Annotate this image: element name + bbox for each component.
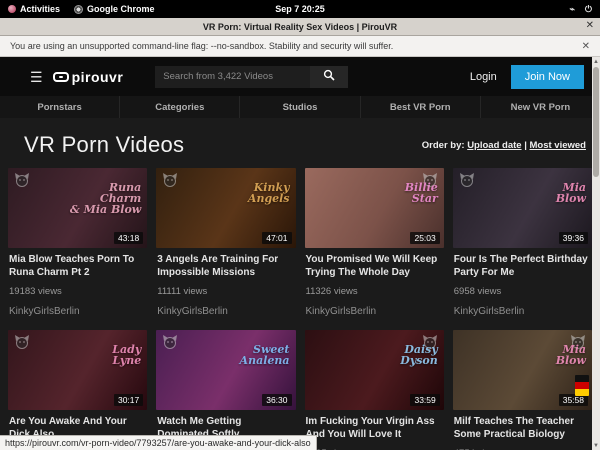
- focused-app-menu[interactable]: Google Chrome: [74, 4, 155, 14]
- thumbnail-caption: Billie Star: [405, 182, 438, 204]
- duration-badge: 33:59: [410, 394, 439, 406]
- thumbnail-caption: Daisy Dyson: [400, 344, 437, 366]
- thumbnail-caption: Sweet Analena: [240, 344, 290, 366]
- main-nav: PornstarsCategoriesStudiosBest VR PornNe…: [0, 96, 600, 118]
- network-icon[interactable]: ⌁: [569, 4, 574, 15]
- studio-cat-logo-icon: [459, 172, 475, 188]
- duration-badge: 39:36: [559, 232, 588, 244]
- video-title[interactable]: Mia Blow Teaches Porn To Runa Charm Pt 2: [9, 254, 146, 279]
- hamburger-menu-icon[interactable]: ☰: [30, 70, 43, 84]
- scroll-down-icon[interactable]: ▼: [592, 441, 600, 450]
- logo-text: pirouvr: [72, 69, 124, 85]
- orderby-most-viewed-link[interactable]: Most viewed: [530, 140, 587, 151]
- scrollbar-thumb[interactable]: [593, 67, 599, 177]
- video-card[interactable]: Mia Blow 39:36 Four Is The Perfect Birth…: [453, 168, 592, 317]
- video-card[interactable]: Lady Lyne 30:17 Are You Awake And Your D…: [8, 330, 147, 450]
- video-grid: Runa Charm & Mia Blow 43:18 Mia Blow Tea…: [0, 168, 600, 450]
- duration-badge: 43:18: [114, 232, 143, 244]
- nav-item-best-vr-porn[interactable]: Best VR Porn: [361, 96, 481, 118]
- thumbnail-caption: Runa Charm & Mia Blow: [70, 182, 141, 215]
- video-views: 19183 views: [9, 286, 146, 297]
- activities-label: Activities: [20, 4, 60, 14]
- video-card[interactable]: Sweet Analena 36:30 Watch Me Getting Dom…: [156, 330, 295, 450]
- window-titlebar: VR Porn: Virtual Reality Sex Videos | Pi…: [0, 18, 600, 36]
- video-views: 11111 views: [157, 286, 294, 297]
- studio-cat-logo-icon: [162, 334, 178, 350]
- orderby-separator: |: [522, 140, 530, 151]
- video-card[interactable]: Kinky Angels 47:01 3 Angels Are Training…: [156, 168, 295, 317]
- nav-item-categories[interactable]: Categories: [120, 96, 240, 118]
- thumbnail-caption: Mia Blow: [556, 182, 586, 204]
- duration-badge: 30:17: [114, 394, 143, 406]
- duration-badge: 47:01: [262, 232, 291, 244]
- window-close-icon[interactable]: ✕: [586, 20, 594, 31]
- video-card[interactable]: Runa Charm & Mia Blow 43:18 Mia Blow Tea…: [8, 168, 147, 317]
- scroll-up-icon[interactable]: ▲: [592, 57, 600, 66]
- login-link[interactable]: Login: [470, 71, 497, 83]
- distro-icon: [8, 5, 16, 13]
- studio-cat-logo-icon: [14, 334, 30, 350]
- power-icon[interactable]: ⏻: [585, 4, 592, 15]
- video-views: 11326 views: [306, 286, 443, 297]
- clock[interactable]: Sep 7 20:25: [275, 4, 325, 14]
- orderby-controls: Order by: Upload date | Most viewed: [422, 140, 586, 151]
- duration-badge: 25:03: [410, 232, 439, 244]
- nav-item-new-vr-porn[interactable]: New VR Porn: [481, 96, 600, 118]
- browser-scrollbar[interactable]: ▲ ▼: [592, 57, 600, 450]
- site-logo[interactable]: pirouvr: [53, 69, 124, 85]
- search-input[interactable]: [155, 66, 310, 88]
- search-button[interactable]: [310, 66, 348, 88]
- orderby-label: Order by:: [422, 140, 467, 151]
- os-top-bar: Activities Google Chrome Sep 7 20:25 ⌁ ⏻: [0, 0, 600, 18]
- chrome-infobar: You are using an unsupported command-lin…: [0, 36, 600, 57]
- app-name-label: Google Chrome: [87, 4, 155, 14]
- search-bar: [155, 66, 348, 88]
- studio-cat-logo-icon: [162, 172, 178, 188]
- german-flag-icon: [575, 375, 589, 396]
- nav-item-studios[interactable]: Studios: [240, 96, 360, 118]
- video-thumbnail[interactable]: Mia Blow 39:36: [453, 168, 592, 248]
- video-card[interactable]: Daisy Dyson 33:59 Im Fucking Your Virgin…: [305, 330, 444, 450]
- chrome-icon: [74, 5, 83, 14]
- video-studio-link[interactable]: KinkyGirlsBerlin: [9, 306, 146, 317]
- video-title[interactable]: Four Is The Perfect Birthday Party For M…: [454, 254, 591, 279]
- thumbnail-caption: Mia Blow: [556, 344, 586, 366]
- video-title[interactable]: Milf Teaches The Teacher Some Practical …: [454, 416, 591, 441]
- video-title[interactable]: Im Fucking Your Virgin Ass And You Will …: [306, 416, 443, 441]
- studio-cat-logo-icon: [14, 172, 30, 188]
- video-card[interactable]: Billie Star 25:03 You Promised We Will K…: [305, 168, 444, 317]
- video-thumbnail[interactable]: Runa Charm & Mia Blow 43:18: [8, 168, 147, 248]
- nav-item-pornstars[interactable]: Pornstars: [0, 96, 120, 118]
- orderby-upload-date-link[interactable]: Upload date: [467, 140, 521, 151]
- infobar-message: You are using an unsupported command-lin…: [10, 41, 393, 51]
- video-views: 6958 views: [454, 286, 591, 297]
- join-now-button[interactable]: Join Now: [511, 65, 584, 89]
- duration-badge: 36:30: [262, 394, 291, 406]
- thumbnail-caption: Lady Lyne: [112, 344, 141, 366]
- thumbnail-caption: Kinky Angels: [248, 182, 290, 204]
- vr-goggles-icon: [53, 72, 69, 82]
- page-title: VR Porn Videos: [24, 132, 184, 158]
- video-thumbnail[interactable]: Mia Blow 35:58: [453, 330, 592, 410]
- video-thumbnail[interactable]: Daisy Dyson 33:59: [305, 330, 444, 410]
- site-header: ☰ pirouvr Login Join Now: [0, 57, 600, 96]
- video-thumbnail[interactable]: Sweet Analena 36:30: [156, 330, 295, 410]
- video-thumbnail[interactable]: Lady Lyne 30:17: [8, 330, 147, 410]
- video-studio-link[interactable]: KinkyGirlsBerlin: [157, 306, 294, 317]
- video-title[interactable]: You Promised We Will Keep Trying The Who…: [306, 254, 443, 279]
- video-studio-link[interactable]: KinkyGirlsBerlin: [454, 306, 591, 317]
- video-card[interactable]: Mia Blow 35:58 Milf Teaches The Teacher …: [453, 330, 592, 450]
- video-title[interactable]: 3 Angels Are Training For Impossible Mis…: [157, 254, 294, 279]
- video-studio-link[interactable]: KinkyGirlsBerlin: [306, 306, 443, 317]
- search-icon: [323, 69, 335, 81]
- status-bar-url: https://pirouvr.com/vr-porn-video/779325…: [0, 435, 317, 450]
- video-thumbnail[interactable]: Kinky Angels 47:01: [156, 168, 295, 248]
- window-title: VR Porn: Virtual Reality Sex Videos | Pi…: [203, 22, 397, 32]
- activities-button[interactable]: Activities: [8, 4, 60, 14]
- video-thumbnail[interactable]: Billie Star 25:03: [305, 168, 444, 248]
- infobar-close-icon[interactable]: ✕: [582, 41, 590, 52]
